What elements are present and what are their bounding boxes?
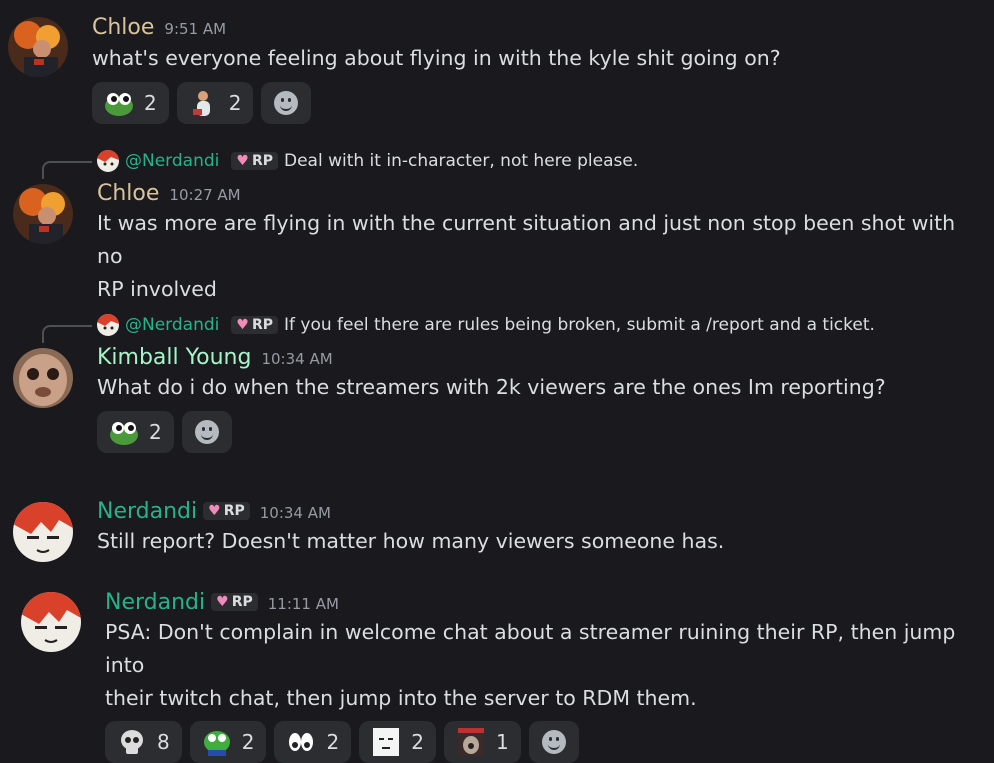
heart-icon: ♥ [216,594,229,610]
heart-icon: ♥ [236,317,249,333]
nerdandi-avatar-image [21,592,81,652]
frog-eyes-emoji-icon [109,418,139,446]
kimball-avatar-image [13,348,73,408]
role-label: RP [251,153,273,169]
nerdandi-mini-avatar [97,150,119,172]
timestamp[interactable]: 9:51 AM [164,20,226,38]
chloe-avatar-image [13,184,73,244]
nerdandi-avatar-image [13,502,73,562]
smiley-icon [274,91,299,115]
reply-connector [42,325,92,343]
nerdandi-avatar[interactable] [21,592,81,652]
reaction-button[interactable]: 8 [105,721,182,763]
timestamp[interactable]: 10:34 AM [260,504,331,522]
add-reaction-button[interactable] [261,82,312,124]
frog-eyes-emoji-icon [104,89,134,117]
timestamp[interactable]: 10:34 AM [261,350,332,368]
role-label: RP [251,317,273,333]
reaction-bar: 2 2 [92,82,972,124]
person-emoji-icon [189,89,219,117]
message-text: PSA: Don't complain in welcome chat abou… [105,620,956,677]
reaction-button[interactable]: 2 [176,82,254,124]
reaction-button[interactable]: 2 [359,721,436,763]
eyes-emoji-icon [286,728,316,756]
reaction-button[interactable]: 2 [92,82,169,124]
role-badge[interactable]: ♥ RP [211,593,258,611]
reaction-button[interactable]: 2 [97,411,174,453]
add-reaction-button[interactable] [528,721,579,763]
reply-text: If you feel there are rules being broken… [283,315,875,335]
role-badge[interactable]: ♥ RP [203,502,250,520]
pepe-emoji-icon [202,728,232,756]
reaction-count: 2 [149,420,162,444]
reaction-button[interactable]: 2 [189,721,267,763]
role-label: RP [231,594,253,610]
author-name[interactable]: Chloe [92,15,154,40]
kimball-avatar[interactable] [13,348,73,408]
reply-mention[interactable]: @Nerdandi [125,151,219,171]
chloe-avatar[interactable] [13,184,73,244]
author-name[interactable]: Chloe [97,181,159,206]
reply-text: Deal with it in-character, not here plea… [283,151,639,171]
message-text: Still report? Doesn't matter how many vi… [97,529,725,553]
reaction-count: 2 [411,730,424,754]
nerdandi-mini-avatar [97,314,119,336]
reply-mention[interactable]: @Nerdandi [125,315,219,335]
reply-preview[interactable]: @Nerdandi ♥ RP If you feel there are rul… [97,314,875,336]
message-text: RP involved [97,277,217,301]
nerdandi-avatar[interactable] [13,502,73,562]
reaction-count: 2 [241,730,255,754]
dog-emoji-icon [456,728,486,756]
reaction-button[interactable]: 1 [443,721,521,763]
reaction-button[interactable]: 2 [274,721,352,763]
message-text: It was more are flying in with the curre… [97,211,956,268]
message-text: what's everyone feeling about flying in … [92,46,781,70]
reply-connector [42,161,92,179]
chloe-avatar[interactable] [8,17,68,77]
role-badge[interactable]: ♥ RP [231,316,278,334]
reaction-count: 2 [228,91,242,115]
timestamp[interactable]: 10:27 AM [169,186,240,204]
author-name[interactable]: Kimball Young [97,345,251,370]
author-name[interactable]: Nerdandi [97,499,197,524]
reply-preview[interactable]: @Nerdandi ♥ RP Deal with it in-character… [97,150,638,172]
author-name[interactable]: Nerdandi [105,590,205,615]
reaction-count: 2 [326,730,340,754]
face-emoji-icon [371,728,401,756]
reaction-bar: 2 [97,411,987,453]
reaction-count: 2 [144,91,157,115]
chloe-avatar-image [8,17,68,77]
smiley-icon [194,420,219,444]
heart-icon: ♥ [236,153,249,169]
reaction-bar: 8 2 2 2 1 [105,721,990,763]
timestamp[interactable]: 11:11 AM [268,595,339,613]
message-text: What do i do when the streamers with 2k … [97,375,886,399]
reaction-count: 1 [495,730,509,754]
message-text: their twitch chat, then jump into the se… [105,686,697,710]
smiley-icon [541,730,566,754]
role-label: RP [223,503,245,519]
skull-emoji-icon [117,728,147,756]
role-badge[interactable]: ♥ RP [231,152,278,170]
add-reaction-button[interactable] [181,411,232,453]
reaction-count: 8 [157,730,170,754]
heart-icon: ♥ [208,503,221,519]
